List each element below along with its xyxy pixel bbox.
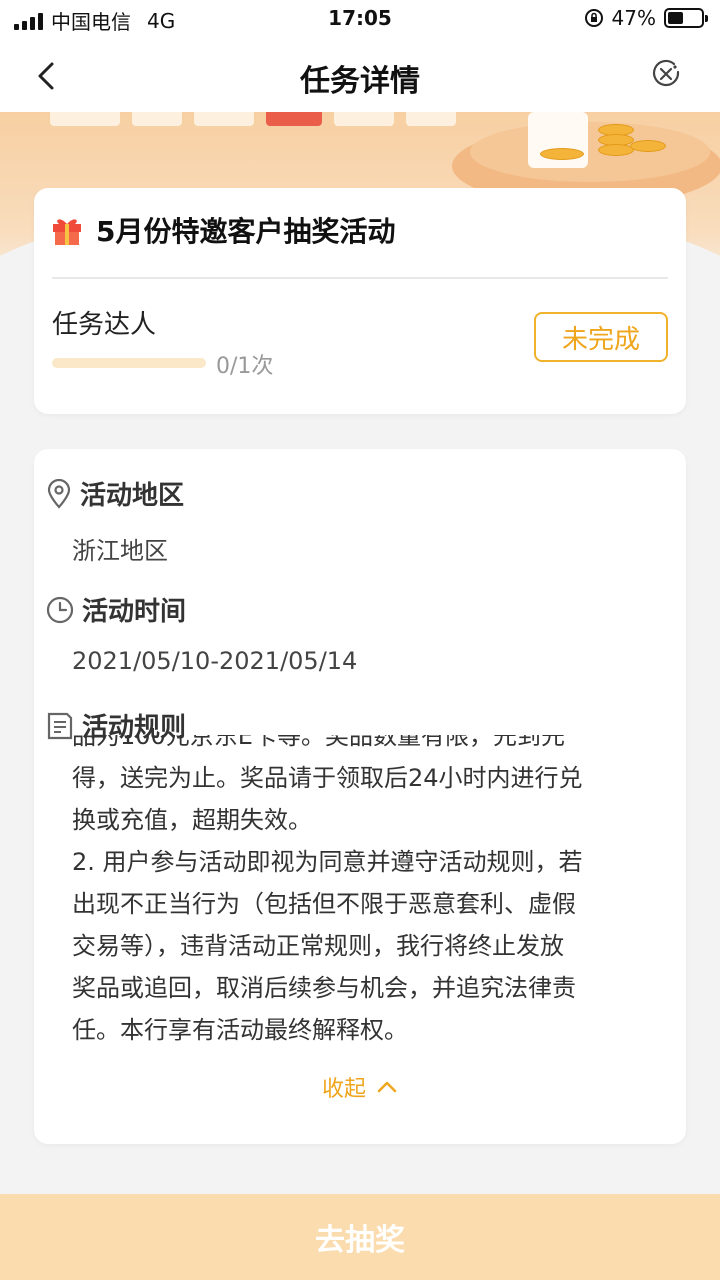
- rules-line: 品为100元京东E卡等。奖品数量有限，先到先: [72, 735, 565, 750]
- task-progress-bar: [52, 358, 206, 368]
- time-value: 2021/05/10-2021/05/14: [72, 647, 358, 675]
- time-label: 活动时间: [82, 597, 187, 627]
- battery-percent: 47%: [611, 6, 656, 30]
- gift-icon: [53, 219, 81, 245]
- time-heading: 活动时间: [46, 591, 186, 628]
- divider: [52, 277, 668, 279]
- task-status-button[interactable]: 未完成: [534, 312, 668, 362]
- document-icon: [47, 712, 73, 739]
- region-value: 浙江地区: [72, 537, 168, 565]
- status-bar: 中国电信 4G 17:05 47%: [0, 0, 720, 40]
- rules-line: 奖品或追回，取消后续参与机会，并追究法律责: [72, 974, 576, 1002]
- activity-details-card: 活动地区 浙江地区 活动时间 2021/05/10-2021/05/14 活动规…: [34, 449, 686, 1144]
- rules-line: 出现不正当行为（包括但不限于恶意套利、虚假: [72, 890, 576, 918]
- battery-icon: [664, 8, 708, 28]
- location-pin-icon: [47, 478, 71, 509]
- rules-line: 得，送完为止。奖品请于领取后24小时内进行兑: [72, 764, 583, 792]
- rules-text: 品为100元京东E卡等。奖品数量有限，先到先得，送完为止。奖品请于领取后24小时…: [72, 735, 664, 1051]
- rules-text-area[interactable]: 品为100元京东E卡等。奖品数量有限，先到先得，送完为止。奖品请于领取后24小时…: [72, 735, 664, 1061]
- task-title: 5月份特邀客户抽奖活动: [96, 215, 396, 248]
- page-title: 任务详情: [300, 64, 420, 99]
- rotation-lock-icon: [584, 9, 603, 27]
- region-label: 活动地区: [80, 481, 185, 511]
- region-heading: 活动地区: [46, 475, 184, 512]
- collapse-toggle[interactable]: 收起: [34, 1071, 686, 1103]
- task-name: 任务达人: [52, 310, 157, 340]
- task-card: 5月份特邀客户抽奖活动 任务达人 0/1次 未完成: [34, 188, 686, 414]
- banner-title-graphic: [50, 112, 470, 136]
- task-progress-text: 0/1次: [216, 354, 274, 379]
- rules-line: 交易等），违背活动正常规则，我行将终止发放: [72, 932, 564, 960]
- rules-line: 换或充值，超期失效。: [72, 806, 312, 834]
- clock-icon: [46, 596, 74, 623]
- rules-line: 2. 用户参与活动即视为同意并遵守活动规则，若: [72, 848, 583, 876]
- coin-graphic: [598, 144, 634, 156]
- close-icon[interactable]: [650, 58, 682, 90]
- chevron-up-icon: [377, 1081, 397, 1093]
- draw-lottery-button[interactable]: 去抽奖: [0, 1194, 720, 1280]
- coin-graphic: [540, 148, 584, 160]
- nav-bar: 任务详情: [0, 40, 720, 112]
- rules-line: 任。本行享有活动最终解释权。: [72, 1016, 408, 1044]
- coin-graphic: [630, 140, 666, 152]
- task-title-row: 5月份特邀客户抽奖活动: [50, 210, 395, 250]
- status-right: 47%: [584, 6, 708, 30]
- pedestal-top-graphic: [470, 122, 710, 182]
- collapse-label: 收起: [321, 1077, 366, 1102]
